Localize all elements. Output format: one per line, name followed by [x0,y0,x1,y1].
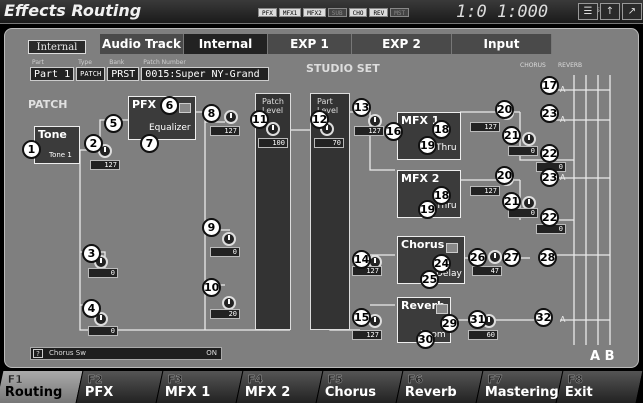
send-b-value: 0 [88,326,118,336]
tone-level-value: 127 [90,160,120,170]
f8-exit-button[interactable]: F8 Exit [556,371,643,403]
marker-30: 30 [416,330,435,349]
mfx1-reverb-knob[interactable] [522,132,536,146]
patch-level-value: 100 [258,138,288,148]
function-key-bar: F1 Routing F2 PFX F3 MFX 1 F4 MFX 2 F5 C… [0,371,643,403]
help-line: ? Chorus Sw ON [30,347,222,360]
marker-23: 23 [540,104,559,123]
marker-22: 22 [540,144,559,163]
f7-mastering-button[interactable]: F7 Mastering [476,371,564,403]
marker-29: 29 [440,314,459,333]
marker-23b: 23 [540,168,559,187]
marker-15: 15 [352,308,371,327]
marker-21: 21 [502,126,521,145]
help-param-name: Chorus Sw [49,349,86,357]
marker-25: 25 [420,270,439,289]
reverb-switch[interactable] [436,304,448,314]
out-a-label-3: A [560,173,566,182]
marker-19b: 19 [418,200,437,219]
ab-output-indicator: A B [590,349,615,364]
chorus-switch[interactable] [446,243,458,253]
marker-16: 16 [384,122,403,141]
send-a-value: 0 [88,268,118,278]
marker-20: 20 [495,100,514,119]
marker-4: 4 [82,299,101,318]
pfx-chorus-knob[interactable] [222,232,236,246]
reverb-level-value: 60 [468,330,498,340]
reverb-input-value: 127 [352,330,382,340]
f6-reverb-button[interactable]: F6 Reverb [396,371,484,403]
out-a-label-4: A [560,315,566,324]
chorus-level-value: 47 [472,266,502,276]
marker-10: 10 [202,278,221,297]
f4-mfx2-button[interactable]: F4 MFX 2 [236,371,324,403]
marker-32: 32 [534,308,553,327]
marker-18: 18 [432,120,451,139]
marker-6: 6 [160,96,179,115]
out-a-label-2: A [560,115,566,124]
marker-22b: 22 [540,208,559,227]
pfx-reverb-knob[interactable] [222,296,236,310]
patch-level-knob[interactable] [266,122,280,136]
pfx-switch[interactable] [179,103,191,113]
help-icon[interactable]: ? [33,349,43,358]
out-a-label-1: A [560,85,566,94]
marker-5: 5 [104,114,123,133]
marker-3: 3 [82,244,101,263]
marker-24: 24 [432,254,451,273]
chorus-level-knob[interactable] [488,250,502,264]
marker-1: 1 [22,140,41,159]
marker-26: 26 [468,248,487,267]
marker-27: 27 [502,248,521,267]
help-param-value: ON [206,349,217,357]
pfx-output-value: 127 [210,126,240,136]
f5-chorus-button[interactable]: F5 Chorus [316,371,404,403]
marker-17: 17 [540,76,559,95]
pfx-reverb-value: 20 [210,309,240,319]
mfx1-input-value: 127 [354,126,384,136]
pfx-output-knob[interactable] [224,110,238,124]
pfx-chorus-value: 0 [210,247,240,257]
marker-19: 19 [418,136,437,155]
marker-11: 11 [250,110,269,129]
mfx1-reverb-value: 0 [508,146,538,156]
marker-14: 14 [352,250,371,269]
f2-pfx-button[interactable]: F2 PFX [76,371,164,403]
marker-8: 8 [202,104,221,123]
marker-20b: 20 [495,166,514,185]
mfx1-chorus-value: 127 [470,122,500,132]
part-level-value: 70 [314,138,344,148]
tone-block[interactable]: Tone Tone 1 [34,126,80,164]
marker-7: 7 [140,134,159,153]
mfx2-chorus-value: 127 [470,186,500,196]
marker-31: 31 [468,310,487,329]
marker-12: 12 [310,110,329,129]
marker-13: 13 [352,98,371,117]
marker-28: 28 [538,248,557,267]
f1-routing-button[interactable]: F1 Routing [0,371,84,403]
marker-2: 2 [84,134,103,153]
marker-21b: 21 [502,192,521,211]
marker-9: 9 [202,218,221,237]
f3-mfx1-button[interactable]: F3 MFX 1 [156,371,244,403]
